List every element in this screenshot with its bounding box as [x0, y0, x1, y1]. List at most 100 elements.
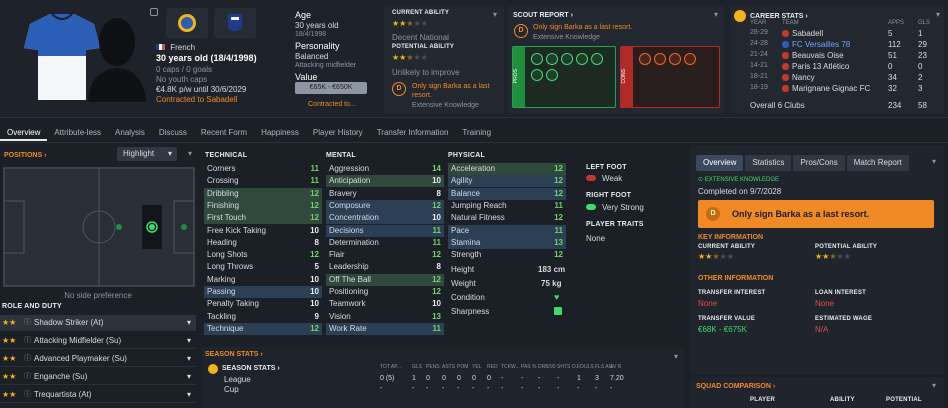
chevron-down-icon[interactable]: ▾ — [187, 351, 191, 367]
scout-report-title[interactable]: SCOUT REPORT › — [513, 10, 573, 19]
tab-discuss[interactable]: Discuss — [152, 125, 194, 141]
ability-menu-icon[interactable]: ▾ — [493, 10, 497, 19]
chevron-down-icon[interactable]: ▾ — [187, 315, 191, 331]
technical-attr-row[interactable]: Long Throws 5 — [204, 261, 322, 273]
tab-analysis[interactable]: Analysis — [108, 125, 152, 141]
physical-attr-row[interactable]: Pace 11 — [448, 224, 566, 237]
role-row[interactable]: ★★ ⓘ Advanced Playmaker (Su) ▾ — [0, 351, 196, 367]
chevron-down-icon[interactable]: ▾ — [187, 387, 191, 403]
mental-attr-row[interactable]: Determination 11 — [326, 237, 444, 249]
career-row-team[interactable]: Nancy — [792, 73, 815, 82]
contract-line[interactable]: Contracted to Sabadell — [156, 95, 237, 104]
info-icon[interactable]: ⓘ — [24, 315, 34, 331]
mental-attr-row[interactable]: Flair 12 — [326, 249, 444, 261]
technical-attr-row[interactable]: Marking 10 — [204, 274, 322, 286]
tab-recent-form[interactable]: Recent Form — [194, 125, 254, 141]
mental-attr-row[interactable]: Decisions 11 — [326, 224, 444, 237]
career-stats-title[interactable]: CAREER STATS › — [750, 11, 808, 20]
positions-title[interactable]: POSITIONS › — [4, 150, 46, 159]
con-icon[interactable] — [654, 53, 666, 65]
info-icon[interactable]: ⓘ — [24, 387, 34, 403]
physical-attr-row[interactable]: Acceleration 12 — [448, 163, 566, 175]
mental-attr-row[interactable]: Off The Ball 12 — [326, 273, 444, 286]
technical-attr-row[interactable]: Finishing 12 — [204, 199, 322, 212]
mental-attr-row[interactable]: Work Rate 11 — [326, 322, 444, 335]
role-row[interactable]: ★★ ⓘ Trequartista (At) ▾ — [0, 387, 196, 403]
mental-attr-row[interactable]: Bravery 8 — [326, 188, 444, 200]
mental-attr-row[interactable]: Aggression 14 — [326, 163, 444, 175]
positions-menu-icon[interactable]: ▾ — [188, 149, 192, 158]
mental-attr-row[interactable]: Composure 12 — [326, 199, 444, 212]
chevron-down-icon[interactable]: ▾ — [187, 333, 191, 349]
technical-attr-row[interactable]: Tackling 9 — [204, 311, 322, 323]
mental-attr-row[interactable]: Concentration 10 — [326, 212, 444, 225]
pro-icon[interactable] — [576, 53, 588, 65]
tab-attribute-less[interactable]: Attribute-less — [47, 125, 108, 141]
tab-happiness[interactable]: Happiness — [254, 125, 306, 141]
physical-attr-row[interactable]: Balance 12 — [448, 187, 566, 200]
tab-player-history[interactable]: Player History — [306, 125, 370, 141]
season-stats-subtitle[interactable]: SEASON STATS › — [222, 363, 280, 372]
technical-attr-row[interactable]: Dribbling 12 — [204, 187, 322, 200]
physical-attr-row[interactable]: Jumping Reach 11 — [448, 200, 566, 212]
pro-icon[interactable] — [531, 69, 543, 81]
info-icon[interactable]: ⓘ — [24, 351, 34, 367]
mental-attr-row[interactable]: Leadership 8 — [326, 261, 444, 273]
physical-attr-row[interactable]: Stamina 13 — [448, 236, 566, 249]
con-icon[interactable] — [684, 53, 696, 65]
career-row-team[interactable]: FC Versailles 78 — [792, 40, 850, 49]
pro-icon[interactable] — [531, 53, 543, 65]
tab-overview[interactable]: Overview — [0, 125, 48, 141]
career-row-team[interactable]: Marignane Gignac FC — [792, 84, 870, 93]
chevron-down-icon[interactable]: ▾ — [187, 369, 191, 385]
technical-attr-row[interactable]: Penalty Taking 10 — [204, 298, 322, 310]
technical-attr-row[interactable]: Passing 10 — [204, 286, 322, 298]
physical-attr-row[interactable]: Natural Fitness 12 — [448, 212, 566, 224]
nation-badge[interactable] — [214, 8, 256, 38]
physical-attr-row[interactable]: Strength 12 — [448, 249, 566, 261]
tab-training[interactable]: Training — [455, 125, 498, 141]
career-row-team[interactable]: Sabadell — [792, 29, 823, 38]
contracted-to-link[interactable]: Contracted to... — [308, 101, 356, 108]
mental-attr-row[interactable]: Positioning 12 — [326, 286, 444, 298]
technical-attr-row[interactable]: Long Shots 12 — [204, 249, 322, 261]
season-menu-icon[interactable]: ▾ — [674, 352, 678, 361]
technical-attr-row[interactable]: Heading 8 — [204, 237, 322, 249]
tab-statistics[interactable]: Statistics — [745, 155, 792, 171]
role-row[interactable]: ★★ ⓘ Shadow Striker (At) ▾ — [0, 315, 196, 331]
role-row[interactable]: ★★ ⓘ Enganche (Su) ▾ — [0, 369, 196, 385]
mental-attr-row[interactable]: Teamwork 10 — [326, 298, 444, 310]
squad-comparison-title[interactable]: SQUAD COMPARISON › — [696, 381, 775, 390]
mental-attr-row[interactable]: Vision 13 — [326, 311, 444, 323]
physical-attr-row[interactable]: Agility 12 — [448, 175, 566, 188]
overview-menu-icon[interactable]: ▾ — [932, 157, 936, 166]
pro-icon[interactable] — [546, 69, 558, 81]
role-row[interactable]: ★★ ⓘ Attacking Midfielder (Su) ▾ — [0, 333, 196, 349]
mental-attr-row[interactable]: Anticipation 10 — [326, 175, 444, 188]
info-icon[interactable]: ⓘ — [24, 333, 34, 349]
tab-overview-sub[interactable]: Overview — [696, 155, 744, 171]
highlight-dropdown[interactable]: Highlight ▾ — [117, 147, 177, 161]
pro-icon[interactable] — [546, 53, 558, 65]
season-stats-title[interactable]: SEASON STATS › — [205, 349, 263, 358]
con-icon[interactable] — [639, 53, 651, 65]
technical-attr-row[interactable]: Free Kick Taking 10 — [204, 225, 322, 237]
tab-transfer-information[interactable]: Transfer Information — [370, 125, 456, 141]
scout-menu-icon[interactable]: ▾ — [714, 10, 718, 19]
tab-pros-cons[interactable]: Pros/Cons — [793, 155, 845, 171]
technical-attr-row[interactable]: Corners 11 — [204, 163, 322, 175]
tab-match-report[interactable]: Match Report — [846, 155, 909, 171]
career-row-team[interactable]: Paris 13 Atlético — [792, 62, 849, 71]
pro-icon[interactable] — [591, 53, 603, 65]
career-menu-icon[interactable]: ▾ — [936, 10, 940, 19]
info-icon[interactable]: ⓘ — [24, 369, 34, 385]
career-row-team[interactable]: Beauvais Oise — [792, 51, 844, 60]
squad-menu-icon[interactable]: ▾ — [932, 381, 936, 390]
star-favourite-icon[interactable] — [150, 8, 158, 16]
club-badge[interactable] — [166, 8, 208, 38]
con-icon[interactable] — [669, 53, 681, 65]
technical-attr-row[interactable]: Crossing 11 — [204, 175, 322, 187]
technical-attr-row[interactable]: First Touch 12 — [204, 212, 322, 225]
pro-icon[interactable] — [561, 53, 573, 65]
technical-attr-row[interactable]: Technique 12 — [204, 322, 322, 335]
